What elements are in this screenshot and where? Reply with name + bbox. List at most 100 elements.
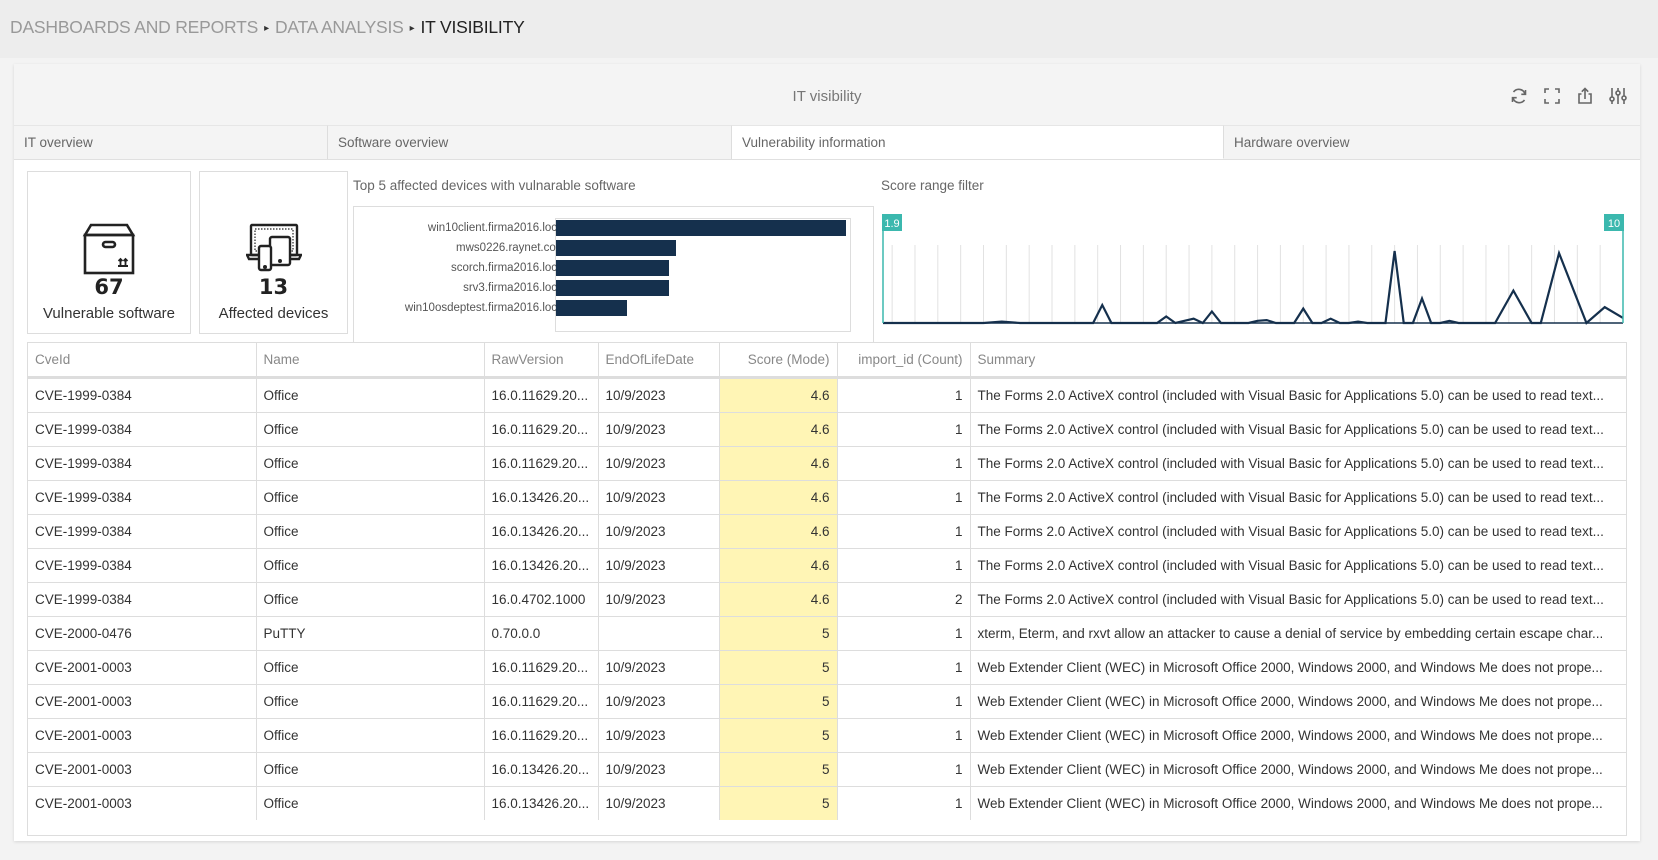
x-tick-label: 2 (889, 334, 895, 335)
bar-label: win10osdeptest.firma2016.local (404, 302, 566, 314)
bar-2[interactable] (556, 260, 670, 276)
score-distribution-line (883, 249, 1624, 325)
cell-endoflifedate: 10/9/2023 (598, 650, 720, 685)
tab-vulnerability-information[interactable]: Vulnerability information (732, 125, 1224, 159)
cell-endoflifedate: 10/9/2023 (598, 377, 720, 413)
cell-rawversion: 16.0.4702.1000 (484, 582, 599, 617)
table-row[interactable]: CVE-2001-0003 Office 16.0.11629.20... 10/9/… (28, 684, 1626, 719)
cell-score: 5 (719, 786, 838, 820)
table-row[interactable]: CVE-1999-0384 Office 16.0.13426.20... 10/9/… (28, 480, 1626, 515)
bar-1[interactable] (556, 240, 677, 256)
header-bar: DASHBOARDS AND REPORTS ▸ DATA ANALYSIS ▸ IT … (0, 0, 1658, 58)
breadcrumb-separator-icon: ▸ (264, 23, 269, 34)
cell-cveid: CVE-2001-0003 (28, 650, 257, 685)
table-row[interactable]: CVE-2001-0003 Office 16.0.11629.20... 10/9/… (28, 718, 1626, 753)
cell-summary: The Forms 2.0 ActiveX control (included … (970, 412, 1626, 447)
cell-summary: The Forms 2.0 ActiveX control (included … (970, 446, 1626, 481)
cell-name: Office (256, 412, 485, 447)
column-header-score[interactable]: Score (Mode) (719, 343, 838, 379)
cell-cveid: CVE-2001-0003 (28, 684, 257, 719)
cell-rawversion: 16.0.13426.20... (484, 786, 599, 820)
bar-0[interactable] (556, 220, 846, 236)
cell-cveid: CVE-1999-0384 (28, 582, 257, 617)
export-button[interactable] (1575, 86, 1595, 106)
cell-summary: The Forms 2.0 ActiveX control (included … (970, 480, 1626, 515)
cell-rawversion: 16.0.11629.20... (484, 446, 599, 481)
cell-rawversion: 16.0.11629.20... (484, 718, 599, 753)
panel-toolbar (1509, 86, 1628, 106)
dashboard-panel: IT visibility IT overview Software overv… (14, 64, 1640, 841)
bar-chart-title: Top 5 affected devices with vulnarable s… (353, 178, 636, 193)
breadcrumb-separator-icon: ▸ (409, 23, 415, 34)
bar-4[interactable] (556, 300, 627, 316)
column-header-import-id-count[interactable]: import_id (Count) (837, 343, 971, 379)
column-header-summary[interactable]: Summary (970, 343, 1626, 379)
cell-cveid: CVE-1999-0384 (28, 514, 257, 549)
table-row[interactable]: CVE-1999-0384 Office 16.0.11629.20... 10/9/… (28, 377, 1626, 413)
cell-score: 5 (719, 684, 838, 719)
table-row[interactable]: CVE-1999-0384 Office 16.0.13426.20... 10/9/… (28, 514, 1626, 549)
table-row[interactable]: CVE-2000-0476 PuTTY 0.70.0.0 5 1 xterm, Eterm… (28, 616, 1626, 651)
breadcrumb-dashboards-and-reports[interactable]: DASHBOARDS AND REPORTS (10, 17, 258, 37)
x-tick-label: 4 (1072, 334, 1078, 335)
tab-bar: IT overview Software overview Vulnerabil… (14, 125, 1640, 160)
breadcrumb: DASHBOARDS AND REPORTS ▸ DATA ANALYSIS ▸ IT … (10, 17, 525, 38)
cell-score: 4.6 (719, 377, 838, 413)
tab-software-overview[interactable]: Software overview (328, 125, 732, 159)
column-header-cveid[interactable]: CveId (28, 343, 257, 379)
bar-3[interactable] (556, 280, 670, 296)
cell-score: 4.6 (719, 412, 838, 447)
cell-rawversion: 16.0.11629.20... (484, 684, 599, 719)
cell-score: 5 (719, 718, 838, 753)
cell-endoflifedate: 10/9/2023 (598, 514, 720, 549)
kpi-vulnerable-software[interactable]: 67 Vulnerable software (27, 171, 191, 334)
cell-rawversion: 16.0.11629.20... (484, 650, 599, 685)
cell-score: 4.6 (719, 582, 838, 617)
breadcrumb-data-analysis[interactable]: DATA ANALYSIS (275, 17, 404, 37)
table-row[interactable]: CVE-2001-0003 Office 16.0.13426.20... 10/9/… (28, 752, 1626, 787)
cell-import-id-count: 2 (837, 582, 971, 617)
cell-summary: The Forms 2.0 ActiveX control (included … (970, 377, 1626, 413)
x-tick-label: 10 (1617, 334, 1624, 335)
x-tick-label: 9.5 (1570, 334, 1585, 335)
column-header-name[interactable]: Name (256, 343, 485, 379)
x-tick-label: 5.5 (1204, 334, 1219, 335)
x-tick-label: 2.5 (930, 334, 945, 335)
fullscreen-button[interactable] (1542, 86, 1562, 106)
table-row[interactable]: CVE-2001-0003 Office 16.0.11629.20... 10/9/… (28, 650, 1626, 685)
range-max-handle[interactable]: 10 (1604, 214, 1624, 323)
x-tick-label: 9 (1529, 334, 1535, 335)
cell-endoflifedate: 10/9/2023 (598, 446, 720, 481)
table-row[interactable]: CVE-1999-0384 Office 16.0.4702.1000 10/9/20… (28, 582, 1626, 617)
cell-cveid: CVE-2000-0476 (28, 616, 257, 651)
cell-name: Office (256, 786, 485, 820)
column-header-endoflifedate[interactable]: EndOfLifeDate (598, 343, 720, 379)
cell-summary: Web Extender Client (WEC) in Microsoft O… (977, 796, 1603, 811)
x-tick-label: 6 (1255, 334, 1261, 335)
cell-summary: The Forms 2.0 ActiveX control (included … (970, 582, 1626, 617)
table-row[interactable]: CVE-1999-0384 Office 16.0.13426.20... 10/9/… (28, 548, 1626, 583)
tab-it-overview[interactable]: IT overview (14, 125, 328, 159)
cell-import-id-count: 1 (837, 514, 971, 549)
cell-summary: Web Extender Client (WEC) in Microsoft O… (970, 752, 1626, 787)
settings-sliders-icon (1609, 88, 1627, 104)
kpi-affected-devices[interactable]: 13 Affected devices (199, 171, 348, 334)
x-tick-label: 3 (980, 334, 986, 335)
table-row[interactable]: CVE-1999-0384 Office 16.0.11629.20... 10/9/… (28, 412, 1626, 447)
table-row[interactable]: CVE-1999-0384 Office 16.0.11629.20... 10/9/… (28, 446, 1626, 481)
column-header-rawversion[interactable]: RawVersion (484, 343, 599, 379)
score-range-filter-chart: 2 2.5 3 3.5 4 4.5 5 5.5 6 6.5 7 7.5 8 8.5 9 9.5 10 1.9 10 (881, 200, 1624, 335)
settings-button[interactable] (1608, 86, 1628, 106)
bar-label: scorch.firma2016.local (450, 262, 566, 274)
x-tick-label: 7 (1346, 334, 1352, 335)
cell-summary: xterm, Eterm, and rxvt allow an attacker… (970, 616, 1626, 651)
cell-score: 4.6 (719, 548, 838, 583)
cell-rawversion: 0.70.0.0 (484, 616, 599, 651)
cell-name: PuTTY (256, 616, 485, 651)
tab-hardware-overview[interactable]: Hardware overview (1224, 125, 1640, 159)
table-row[interactable]: CVE-2001-0003 Office 16.0.13426.20... 10/9/… (28, 786, 1626, 820)
cell-endoflifedate: 10/9/2023 (598, 718, 720, 753)
cell-endoflifedate: 10/9/2023 (598, 480, 720, 515)
refresh-button[interactable] (1509, 86, 1529, 106)
cell-name: Office (256, 752, 485, 787)
